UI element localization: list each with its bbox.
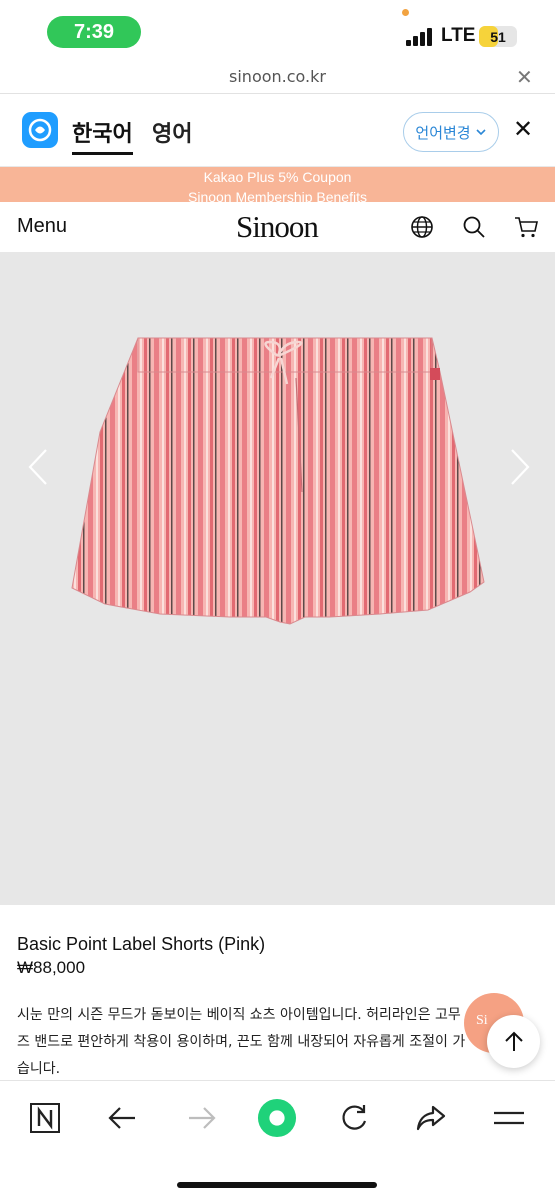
green-dot-icon[interactable] <box>257 1098 297 1138</box>
signal-icon <box>406 28 434 46</box>
translate-bar: 한국어 영어 언어변경 ✕ <box>0 95 555 167</box>
tab-english[interactable]: 영어 <box>152 116 192 148</box>
chevron-down-icon <box>476 129 486 136</box>
chevron-left-icon[interactable] <box>26 447 50 487</box>
forward-arrow-icon[interactable] <box>181 1098 221 1138</box>
close-translate-icon[interactable]: ✕ <box>513 115 533 143</box>
description-line: 즈 밴드로 편안하게 착용이 용이하며, 끈도 함께 내장되어 자유롭게 조절이… <box>17 1034 465 1050</box>
menu-button[interactable]: Menu <box>17 215 67 238</box>
arrow-up-icon <box>504 1031 523 1051</box>
product-description: 시눈 만의 시즌 무드가 돋보이는 베이직 쇼츠 아이템입니다. 허리라인은 고… <box>17 1002 537 1083</box>
privacy-indicator-dot <box>402 9 409 16</box>
cart-icon[interactable] <box>513 214 539 240</box>
promo-banner[interactable]: Kakao Plus 5% Coupon Sinoon Membership B… <box>0 167 555 202</box>
status-bar: 7:39 LTE 51 <box>0 0 555 62</box>
product-image <box>71 337 485 625</box>
status-time[interactable]: 7:39 <box>47 16 141 48</box>
url-text[interactable]: sinoon.co.kr <box>0 67 555 86</box>
promo-text-next: Sinoon Membership Benefits <box>188 189 367 202</box>
battery-icon: 51 <box>479 26 517 47</box>
product-price: ₩88,000 <box>17 958 86 977</box>
site-header: Menu Sinoon <box>0 202 555 252</box>
change-language-label: 언어변경 <box>415 123 471 142</box>
floating-badge-logo: Si <box>476 1013 488 1028</box>
network-label: LTE <box>441 25 476 46</box>
battery-level: 51 <box>490 28 506 45</box>
back-arrow-icon[interactable] <box>103 1098 143 1138</box>
reload-icon[interactable] <box>334 1098 374 1138</box>
search-icon[interactable] <box>461 214 487 240</box>
papago-icon[interactable] <box>22 112 58 148</box>
url-bar[interactable]: sinoon.co.kr ✕ <box>0 62 555 94</box>
product-name: Basic Point Label Shorts (Pink) <box>17 934 266 954</box>
change-language-button[interactable]: 언어변경 <box>403 112 499 152</box>
promo-text: Kakao Plus 5% Coupon <box>203 169 352 185</box>
naver-n-icon[interactable] <box>25 1098 65 1138</box>
share-icon[interactable] <box>411 1098 451 1138</box>
scroll-top-button[interactable] <box>487 1015 540 1068</box>
home-indicator[interactable] <box>177 1182 377 1188</box>
browser-toolbar <box>0 1080 555 1200</box>
description-line: 시눈 만의 시즌 무드가 돋보이는 베이직 쇼츠 아이템입니다. 허리라인은 고… <box>17 1007 461 1023</box>
description-line: 습니다. <box>17 1061 61 1077</box>
product-image-carousel[interactable] <box>0 252 555 905</box>
site-logo[interactable]: Sinoon <box>236 209 319 245</box>
tab-korean[interactable]: 한국어 <box>72 116 133 155</box>
globe-icon[interactable] <box>409 214 435 240</box>
chevron-right-icon[interactable] <box>508 447 532 487</box>
close-icon[interactable]: ✕ <box>516 65 533 89</box>
menu-icon[interactable] <box>489 1098 529 1138</box>
